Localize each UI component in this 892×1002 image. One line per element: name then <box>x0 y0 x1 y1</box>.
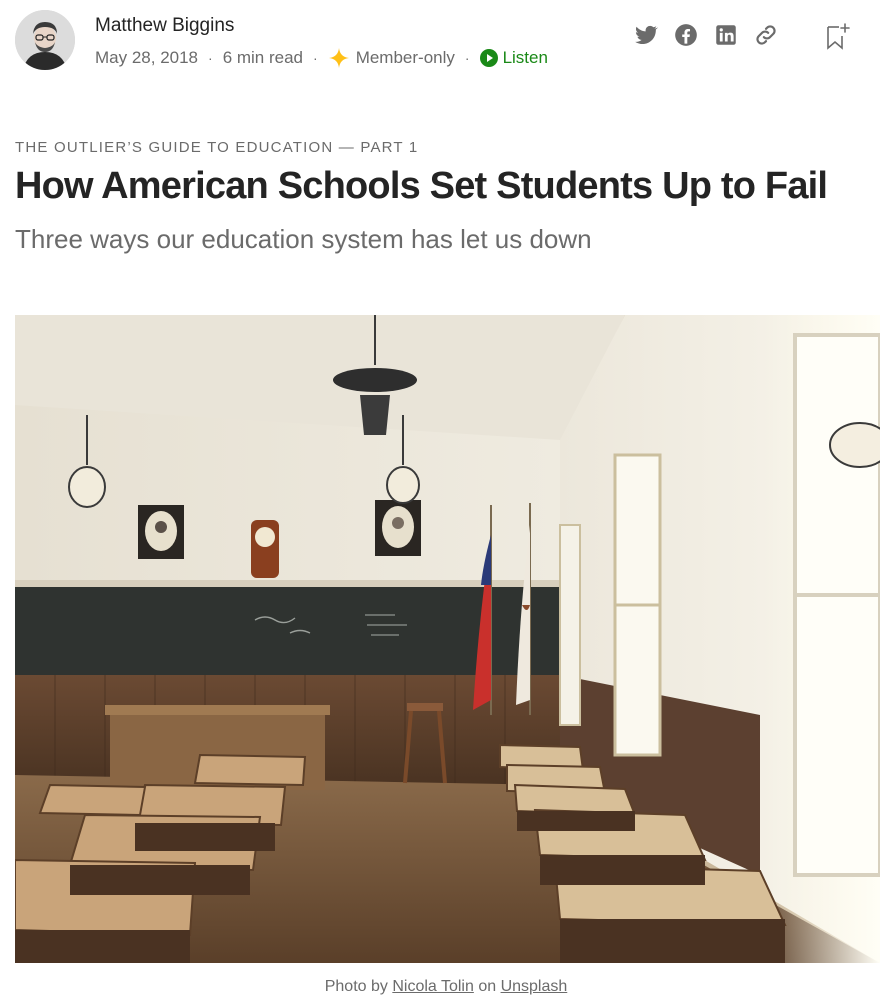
photo-caption: Photo by Nicola Tolin on Unsplash <box>0 978 892 996</box>
member-only-badge: Member-only <box>355 48 455 67</box>
publish-date: May 28, 2018 <box>95 48 199 67</box>
linkedin-icon[interactable] <box>713 22 739 48</box>
photographer-link[interactable]: Nicola Tolin <box>392 978 474 995</box>
facebook-icon[interactable] <box>673 22 699 48</box>
series-kicker: THE OUTLIER’S GUIDE TO EDUCATION — PART … <box>15 139 419 156</box>
listen-label: Listen <box>502 48 548 67</box>
author-name-link[interactable]: Matthew Biggins <box>95 15 234 37</box>
article-meta: May 28, 2018 · 6 min read · Member-only … <box>95 47 548 69</box>
link-icon[interactable] <box>753 22 779 48</box>
avatar-portrait <box>15 10 75 70</box>
classroom-photo <box>15 315 880 963</box>
unsplash-link[interactable]: Unsplash <box>501 978 568 995</box>
read-time: 6 min read <box>222 48 304 67</box>
article-page: Matthew Biggins May 28, 2018 · 6 min rea… <box>0 0 892 1002</box>
hero-image <box>15 315 880 963</box>
caption-prefix: Photo by <box>324 978 388 995</box>
share-bar <box>633 22 793 48</box>
author-avatar[interactable] <box>15 10 75 70</box>
meta-separator: · <box>464 50 470 66</box>
bookmark-icon[interactable] <box>826 22 850 50</box>
meta-separator: · <box>208 50 213 66</box>
meta-separator: · <box>313 50 318 66</box>
article-title: How American Schools Set Students Up to … <box>15 165 828 207</box>
star-icon <box>328 47 350 69</box>
article-subtitle: Three ways our education system has let … <box>15 224 592 254</box>
twitter-icon[interactable] <box>633 22 659 48</box>
play-icon <box>479 49 498 67</box>
listen-button[interactable]: Listen <box>479 48 548 68</box>
caption-middle: on <box>478 978 497 995</box>
